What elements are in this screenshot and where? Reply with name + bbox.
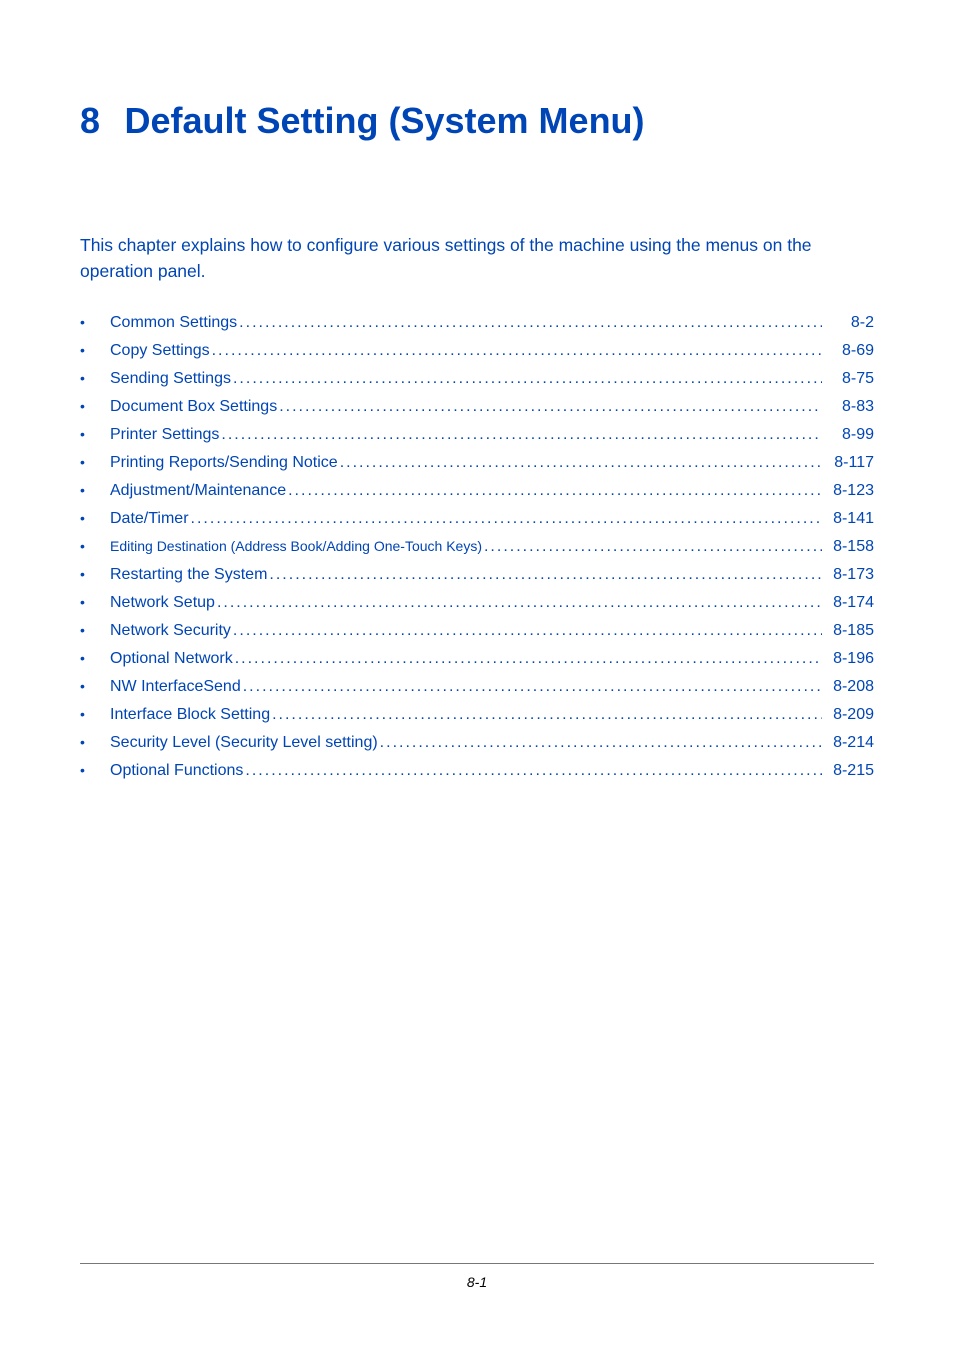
toc-page: 8-75 xyxy=(822,365,874,393)
toc-entry[interactable]: • Document Box Settings 8-83 xyxy=(80,393,874,421)
dot-leader xyxy=(267,561,822,589)
page-footer: 8-1 xyxy=(80,1263,874,1290)
bullet-icon: • xyxy=(80,730,110,755)
toc-entry[interactable]: • Network Setup 8-174 xyxy=(80,589,874,617)
toc-page: 8-158 xyxy=(822,533,874,561)
toc-entry[interactable]: • Date/Timer 8-141 xyxy=(80,505,874,533)
chapter-number: 8 xyxy=(80,100,100,141)
toc-page: 8-215 xyxy=(822,757,874,785)
dot-leader xyxy=(231,617,822,645)
toc-page: 8-185 xyxy=(822,617,874,645)
dot-leader xyxy=(233,645,822,673)
toc-entry[interactable]: • Adjustment/Maintenance 8-123 xyxy=(80,477,874,505)
dot-leader xyxy=(189,505,822,533)
toc-page: 8-214 xyxy=(822,729,874,757)
toc-page: 8-196 xyxy=(822,645,874,673)
bullet-icon: • xyxy=(80,758,110,783)
toc-label: NW InterfaceSend xyxy=(110,673,241,701)
toc-page: 8-99 xyxy=(822,421,874,449)
toc-entry[interactable]: • Interface Block Setting 8-209 xyxy=(80,701,874,729)
bullet-icon: • xyxy=(80,506,110,531)
toc-label: Restarting the System xyxy=(110,561,267,589)
dot-leader xyxy=(215,589,822,617)
toc-page: 8-174 xyxy=(822,589,874,617)
page-number: 8-1 xyxy=(467,1274,487,1290)
table-of-contents: • Common Settings 8-2 • Copy Settings 8-… xyxy=(80,309,874,785)
toc-entry[interactable]: • Printing Reports/Sending Notice 8-117 xyxy=(80,449,874,477)
dot-leader xyxy=(338,449,822,477)
intro-paragraph: This chapter explains how to configure v… xyxy=(80,232,874,285)
toc-label: Optional Network xyxy=(110,645,233,673)
toc-entry[interactable]: • Network Security 8-185 xyxy=(80,617,874,645)
toc-entry[interactable]: • Restarting the System 8-173 xyxy=(80,561,874,589)
bullet-icon: • xyxy=(80,590,110,615)
bullet-icon: • xyxy=(80,674,110,699)
toc-entry[interactable]: • Optional Functions 8-215 xyxy=(80,757,874,785)
dot-leader xyxy=(243,757,822,785)
dot-leader xyxy=(378,729,822,757)
dot-leader xyxy=(241,673,822,701)
bullet-icon: • xyxy=(80,478,110,503)
toc-entry[interactable]: • Common Settings 8-2 xyxy=(80,309,874,337)
toc-label: Optional Functions xyxy=(110,757,243,785)
dot-leader xyxy=(277,393,822,421)
chapter-header: 8 Default Setting (System Menu) xyxy=(80,100,874,142)
toc-entry[interactable]: • Security Level (Security Level setting… xyxy=(80,729,874,757)
toc-label: Printer Settings xyxy=(110,421,219,449)
toc-label: Sending Settings xyxy=(110,365,231,393)
toc-label: Network Security xyxy=(110,617,231,645)
bullet-icon: • xyxy=(80,422,110,447)
toc-page: 8-141 xyxy=(822,505,874,533)
dot-leader xyxy=(270,701,822,729)
bullet-icon: • xyxy=(80,646,110,671)
toc-label: Interface Block Setting xyxy=(110,701,270,729)
toc-page: 8-69 xyxy=(822,337,874,365)
toc-page: 8-173 xyxy=(822,561,874,589)
dot-leader xyxy=(237,309,822,337)
toc-entry[interactable]: • Printer Settings 8-99 xyxy=(80,421,874,449)
bullet-icon: • xyxy=(80,338,110,363)
bullet-icon: • xyxy=(80,562,110,587)
dot-leader xyxy=(219,421,822,449)
toc-label: Document Box Settings xyxy=(110,393,277,421)
toc-page: 8-123 xyxy=(822,477,874,505)
dot-leader xyxy=(482,533,822,561)
toc-label: Copy Settings xyxy=(110,337,210,365)
toc-page: 8-117 xyxy=(822,449,874,477)
toc-label: Network Setup xyxy=(110,589,215,617)
toc-entry[interactable]: • Copy Settings 8-69 xyxy=(80,337,874,365)
toc-page: 8-83 xyxy=(822,393,874,421)
toc-page: 8-209 xyxy=(822,701,874,729)
chapter-title: Default Setting (System Menu) xyxy=(124,100,644,141)
toc-label: Date/Timer xyxy=(110,505,189,533)
toc-page: 8-2 xyxy=(822,309,874,337)
toc-entry[interactable]: • NW InterfaceSend 8-208 xyxy=(80,673,874,701)
toc-entry[interactable]: • Optional Network 8-196 xyxy=(80,645,874,673)
toc-label: Common Settings xyxy=(110,309,237,337)
toc-label: Printing Reports/Sending Notice xyxy=(110,449,338,477)
bullet-icon: • xyxy=(80,702,110,727)
toc-page: 8-208 xyxy=(822,673,874,701)
toc-entry[interactable]: • Sending Settings 8-75 xyxy=(80,365,874,393)
bullet-icon: • xyxy=(80,366,110,391)
bullet-icon: • xyxy=(80,618,110,643)
bullet-icon: • xyxy=(80,310,110,335)
bullet-icon: • xyxy=(80,394,110,419)
bullet-icon: • xyxy=(80,534,110,559)
dot-leader xyxy=(210,337,822,365)
toc-entry[interactable]: • Editing Destination (Address Book/Addi… xyxy=(80,533,874,561)
toc-label: Adjustment/Maintenance xyxy=(110,477,286,505)
toc-label: Editing Destination (Address Book/Adding… xyxy=(110,534,482,559)
dot-leader xyxy=(231,365,822,393)
dot-leader xyxy=(286,477,822,505)
bullet-icon: • xyxy=(80,450,110,475)
toc-label: Security Level (Security Level setting) xyxy=(110,729,378,757)
